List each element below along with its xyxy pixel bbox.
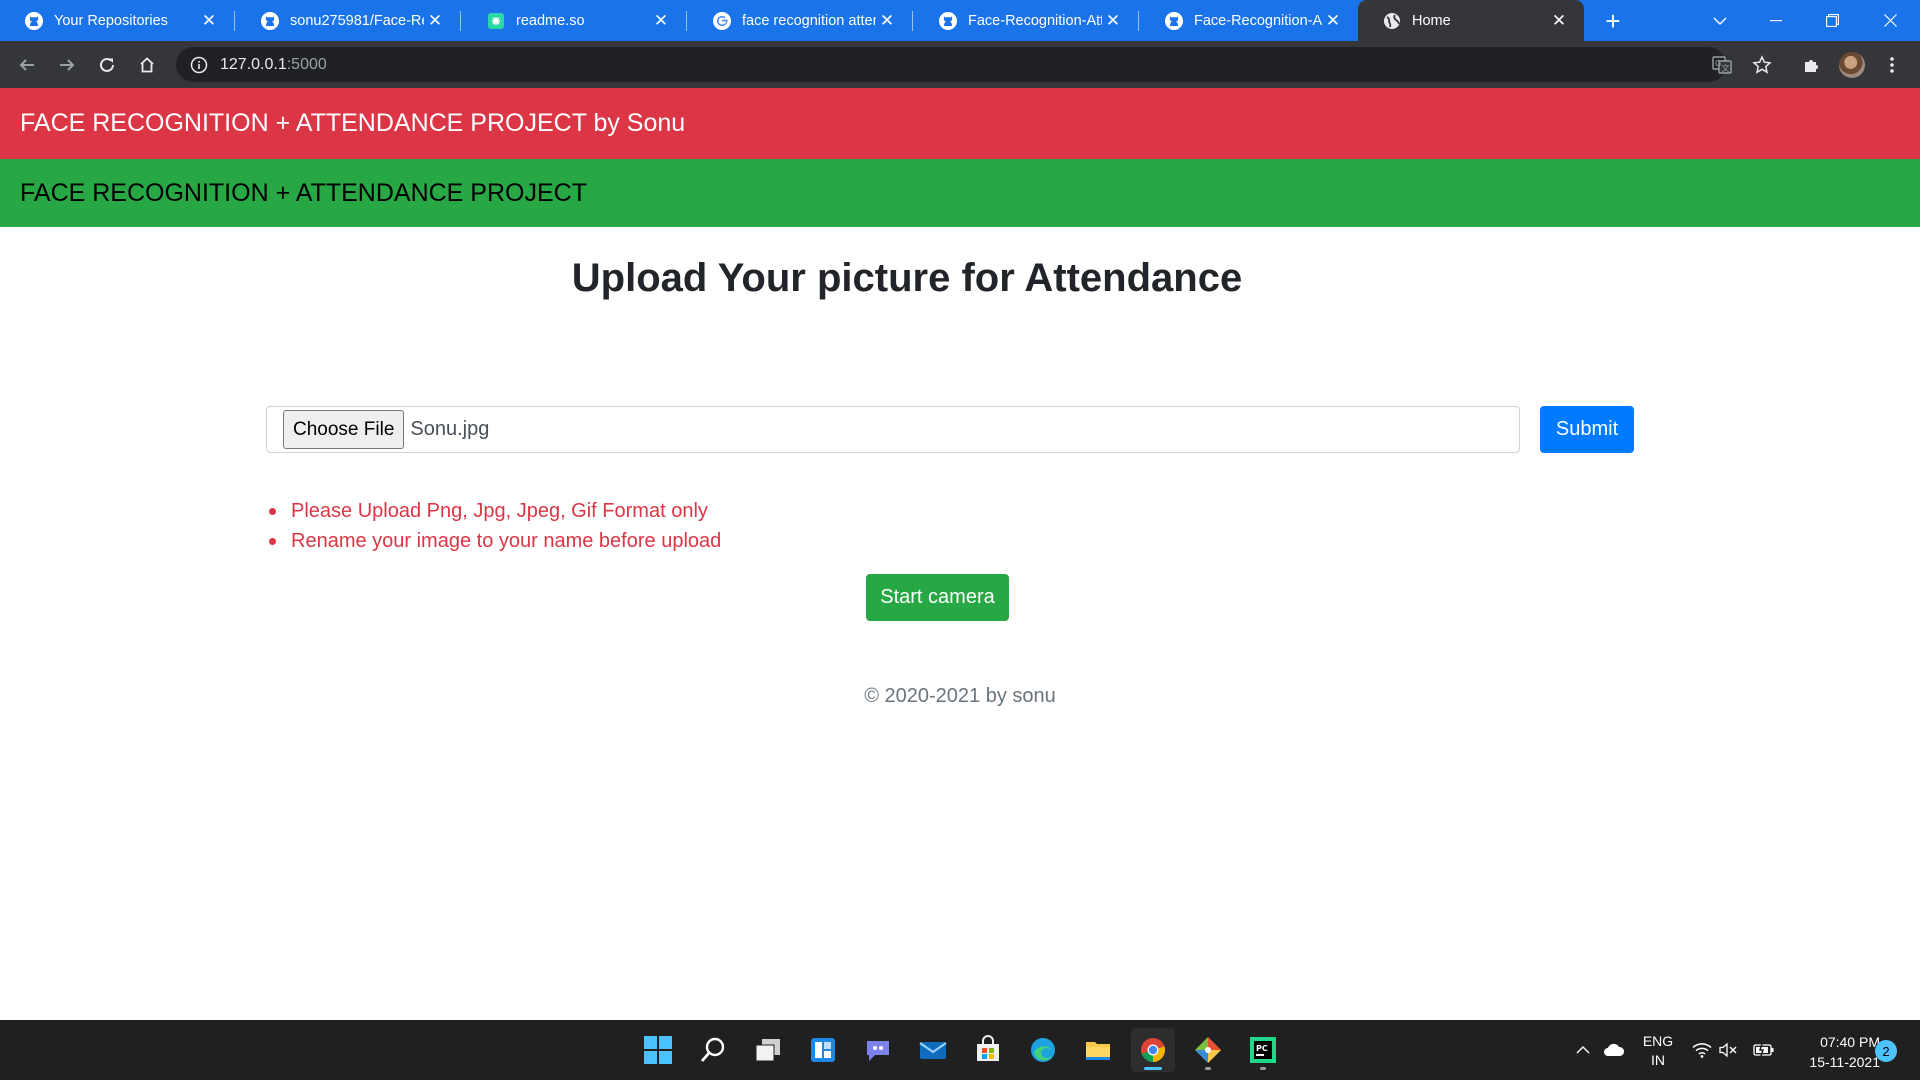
tab-home[interactable]: Home ✕ (1358, 0, 1584, 41)
url-host: 127.0.0.1 (220, 55, 287, 73)
bookmark-star-icon[interactable] (1746, 49, 1778, 81)
menu-kebab-icon[interactable] (1876, 49, 1908, 81)
submit-button[interactable]: Submit (1540, 406, 1634, 453)
widgets-icon[interactable] (801, 1028, 845, 1072)
running-app-indicator (1260, 1067, 1266, 1070)
pycharm-icon[interactable]: PC (1241, 1028, 1285, 1072)
close-tab-icon[interactable]: ✕ (1322, 10, 1344, 32)
github-icon (938, 11, 958, 31)
battery-charging-icon[interactable] (1752, 1020, 1776, 1080)
page-title: Upload Your picture for Attendance (571, 256, 1243, 300)
input-language-indicator[interactable]: ENG IN (1630, 1032, 1686, 1070)
chrome-icon[interactable] (1131, 1028, 1175, 1072)
close-window-button[interactable] (1862, 0, 1918, 41)
reload-button[interactable] (91, 49, 123, 81)
tab-separator (1138, 11, 1139, 31)
avatar-image (1839, 52, 1865, 78)
tab-search-chevron-icon[interactable] (1692, 0, 1748, 41)
tab-label: Home (1412, 12, 1451, 29)
site-info-icon[interactable] (190, 56, 208, 74)
onedrive-cloud-icon[interactable] (1600, 1020, 1628, 1080)
tab-face-recognition-attendance-2[interactable]: Face-Recognition-Atte ✕ (1140, 0, 1358, 41)
clock-time: 07:40 PM (1820, 1034, 1880, 1050)
task-view-icon[interactable] (746, 1028, 790, 1072)
list-item: Rename your image to your name before up… (268, 526, 721, 556)
address-bar[interactable]: 127.0.0.1:5000 (176, 47, 1726, 82)
url-port: :5000 (286, 55, 327, 73)
readme-icon (486, 11, 506, 31)
svg-text:文: 文 (1722, 63, 1730, 73)
system-clock[interactable]: 07:40 PM 15-11-2021 (1776, 1032, 1880, 1072)
mail-icon[interactable] (911, 1028, 955, 1072)
tab-face-rec-repo[interactable]: sonu275981/Face-Rec ✕ (236, 0, 460, 41)
start-camera-button[interactable]: Start camera (866, 574, 1009, 621)
close-tab-icon[interactable]: ✕ (1102, 10, 1124, 32)
translate-icon[interactable]: 文G (1706, 49, 1738, 81)
back-button[interactable] (11, 49, 43, 81)
profile-avatar[interactable] (1836, 49, 1868, 81)
active-app-indicator (1144, 1067, 1162, 1070)
brand-title[interactable]: FACE RECOGNITION + ATTENDANCE PROJECT by… (20, 109, 685, 138)
globe-icon (1382, 11, 1402, 31)
tab-separator (686, 11, 687, 31)
tab-label: readme.so (516, 12, 585, 29)
tab-label: Your Repositories (54, 12, 168, 29)
volume-muted-icon[interactable] (1717, 1020, 1739, 1080)
tab-label: sonu275981/Face-Rec (290, 12, 424, 29)
tab-label: Face-Recognition-Atte (968, 12, 1102, 29)
search-icon[interactable] (691, 1028, 735, 1072)
upload-instructions: Please Upload Png, Jpg, Jpeg, Gif Format… (268, 496, 721, 556)
tab-separator (234, 11, 235, 31)
tab-google-search[interactable]: face recognition atten ✕ (688, 0, 912, 41)
wifi-icon[interactable] (1691, 1020, 1713, 1080)
list-item: Please Upload Png, Jpg, Jpeg, Gif Format… (268, 496, 721, 526)
git-icon[interactable] (1186, 1028, 1230, 1072)
notification-count-badge[interactable]: 2 (1875, 1040, 1897, 1062)
tab-label: Face-Recognition-Atte (1194, 12, 1322, 29)
tab-label: face recognition atten (742, 12, 876, 29)
teams-chat-icon[interactable] (856, 1028, 900, 1072)
tab-readme-so[interactable]: readme.so ✕ (462, 0, 686, 41)
extensions-icon[interactable] (1796, 49, 1828, 81)
close-tab-icon[interactable]: ✕ (876, 10, 898, 32)
choose-file-button[interactable]: Choose File (283, 410, 405, 449)
github-icon (1164, 11, 1184, 31)
edge-icon[interactable] (1021, 1028, 1065, 1072)
new-tab-button[interactable]: + (1598, 6, 1628, 36)
github-icon (24, 11, 44, 31)
home-button[interactable] (131, 49, 163, 81)
close-tab-icon[interactable]: ✕ (198, 10, 220, 32)
google-icon (712, 11, 732, 31)
svg-text:PC: PC (1256, 1044, 1268, 1053)
clock-date: 15-11-2021 (1809, 1054, 1880, 1070)
tab-face-recognition-attendance-1[interactable]: Face-Recognition-Atte ✕ (914, 0, 1138, 41)
sub-navbar: FACE RECOGNITION + ATTENDANCE PROJECT (0, 159, 1920, 227)
tab-your-repositories[interactable]: Your Repositories ✕ (0, 0, 234, 41)
start-icon[interactable] (636, 1028, 680, 1072)
github-icon (260, 11, 280, 31)
store-icon[interactable] (966, 1028, 1010, 1072)
restore-button[interactable] (1804, 0, 1860, 41)
subheader-title: FACE RECOGNITION + ATTENDANCE PROJECT (20, 178, 587, 207)
windows-taskbar: PC ENG IN 07:40 PM 15-11-2021 (0, 1020, 1920, 1080)
close-tab-icon[interactable]: ✕ (424, 10, 446, 32)
browser-tab-strip: Your Repositories ✕ sonu275981/Face-Rec … (0, 0, 1920, 41)
browser-toolbar: 127.0.0.1:5000 文G (0, 41, 1920, 88)
minimize-button[interactable] (1748, 0, 1804, 41)
close-tab-icon[interactable]: ✕ (1548, 10, 1570, 32)
file-explorer-icon[interactable] (1076, 1028, 1120, 1072)
forward-button[interactable] (51, 49, 83, 81)
show-hidden-icons-chevron-icon[interactable] (1571, 1020, 1595, 1080)
svg-text:G: G (1715, 59, 1721, 68)
close-tab-icon[interactable]: ✕ (650, 10, 672, 32)
tab-separator (912, 11, 913, 31)
tab-separator (460, 11, 461, 31)
language-code: ENG (1642, 1033, 1674, 1049)
file-upload-input[interactable]: Choose File Sonu.jpg (266, 406, 1520, 453)
running-app-indicator (1205, 1067, 1211, 1070)
selected-file-name: Sonu.jpg (410, 418, 490, 440)
region-code: IN (1651, 1052, 1665, 1068)
brand-navbar: FACE RECOGNITION + ATTENDANCE PROJECT by… (0, 88, 1920, 159)
footer-copyright: © 2020-2021 by sonu (864, 685, 1056, 707)
